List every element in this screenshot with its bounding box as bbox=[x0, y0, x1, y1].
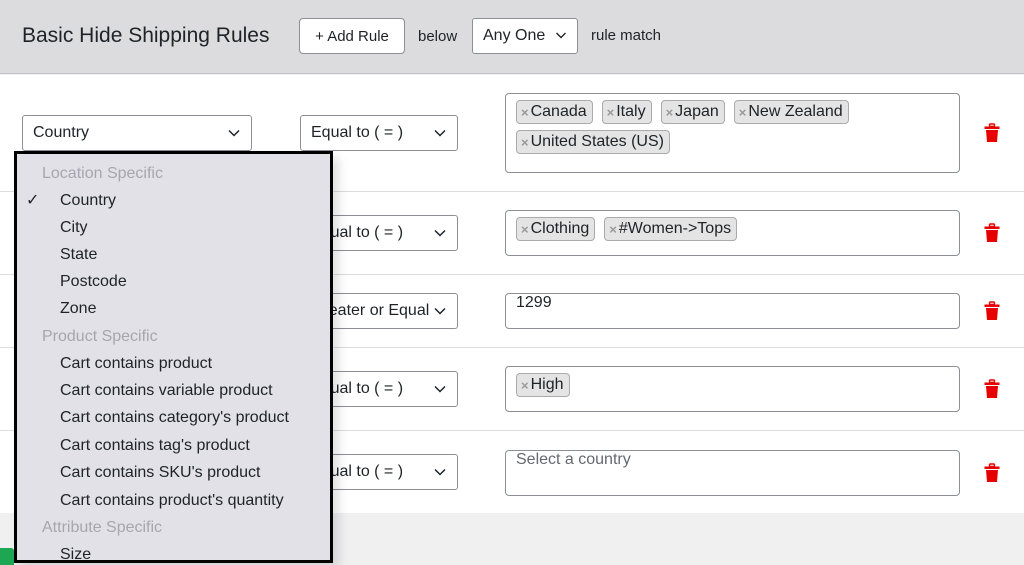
header-bar: Basic Hide Shipping Rules + Add Rule bel… bbox=[0, 0, 1024, 74]
chevron-down-icon bbox=[434, 385, 446, 393]
condition-select-value: Country bbox=[33, 124, 90, 141]
tag-label: New Zealand bbox=[748, 103, 843, 120]
dropdown-group-attribute: Attribute Specific bbox=[42, 518, 163, 536]
dropdown-option-city[interactable]: City bbox=[17, 214, 330, 241]
dropdown-option-cart-variable-product[interactable]: Cart contains variable product bbox=[17, 377, 330, 404]
dropdown-option-country[interactable]: ✓ Country bbox=[17, 187, 330, 214]
remove-tag-icon[interactable]: × bbox=[521, 222, 529, 237]
remove-tag-icon[interactable]: × bbox=[609, 222, 617, 237]
country-select-placeholder: Select a country bbox=[516, 451, 631, 468]
dropdown-option-postcode[interactable]: Postcode bbox=[17, 268, 330, 295]
country-select-input[interactable]: Select a country bbox=[505, 450, 960, 496]
rule-match-select[interactable]: Any One bbox=[472, 18, 578, 54]
tag-label: #Women->Tops bbox=[618, 220, 732, 237]
add-rule-button[interactable]: + Add Rule bbox=[299, 18, 405, 54]
quantity-input-value: 1299 bbox=[516, 294, 552, 311]
chevron-down-icon bbox=[434, 307, 446, 315]
chevron-down-icon bbox=[556, 32, 566, 39]
condition-select[interactable]: Country bbox=[22, 115, 252, 151]
trash-icon[interactable] bbox=[984, 123, 1000, 143]
tag-label: Clothing bbox=[530, 220, 590, 237]
partial-green-button[interactable] bbox=[0, 548, 14, 565]
dropdown-option-zone[interactable]: Zone bbox=[17, 295, 330, 322]
tag: × #Women->Tops bbox=[604, 217, 738, 241]
tag-label: Italy bbox=[616, 103, 646, 120]
operator-select[interactable]: Equal to ( = ) bbox=[300, 115, 458, 151]
dropdown-option-state[interactable]: State bbox=[17, 241, 330, 268]
remove-tag-icon[interactable]: × bbox=[607, 105, 615, 120]
page-title: Basic Hide Shipping Rules bbox=[22, 24, 270, 47]
quantity-input[interactable]: 1299 bbox=[505, 293, 960, 329]
dropdown-option-cart-tag-product[interactable]: Cart contains tag's product bbox=[17, 432, 330, 459]
checkmark-icon: ✓ bbox=[26, 192, 40, 209]
remove-tag-icon[interactable]: × bbox=[521, 135, 529, 150]
trash-icon[interactable] bbox=[984, 463, 1000, 483]
rule-match-label: rule match bbox=[591, 27, 662, 44]
country-tags-input[interactable]: × Canada × Italy × Japan × New Zealand × Unit… bbox=[505, 93, 960, 173]
dropdown-group-product: Product Specific bbox=[42, 327, 158, 345]
tag: × United States (US) bbox=[516, 130, 670, 154]
remove-tag-icon[interactable]: × bbox=[666, 105, 674, 120]
dropdown-group-location: Location Specific bbox=[42, 164, 163, 182]
tag-label: Japan bbox=[675, 103, 719, 120]
remove-tag-icon[interactable]: × bbox=[521, 105, 529, 120]
below-label: below bbox=[418, 28, 458, 45]
tag: × Japan bbox=[660, 100, 725, 124]
dropdown-option-cart-category-product[interactable]: Cart contains category's product bbox=[17, 404, 330, 431]
tag-label: Canada bbox=[530, 103, 587, 120]
chevron-down-icon bbox=[228, 129, 240, 137]
dropdown-option-size[interactable]: Size bbox=[17, 541, 330, 561]
category-tags-input[interactable]: × Clothing × #Women->Tops bbox=[505, 210, 960, 256]
operator-select-value: Equal to ( = ) bbox=[311, 124, 404, 141]
dropdown-option-cart-sku-product[interactable]: Cart contains SKU's product bbox=[17, 459, 330, 486]
attribute-tags-input[interactable]: × High bbox=[505, 366, 960, 412]
tag-label: United States (US) bbox=[530, 133, 664, 150]
rule-match-select-value: Any One bbox=[483, 27, 546, 44]
trash-icon[interactable] bbox=[984, 301, 1000, 321]
tag-label: High bbox=[530, 376, 564, 393]
remove-tag-icon[interactable]: × bbox=[739, 105, 747, 120]
chevron-down-icon bbox=[434, 468, 446, 476]
remove-tag-icon[interactable]: × bbox=[521, 378, 529, 393]
tag: × Canada bbox=[516, 100, 593, 124]
dropdown-option-cart-product[interactable]: Cart contains product bbox=[17, 350, 330, 377]
chevron-down-icon bbox=[434, 229, 446, 237]
chevron-down-icon bbox=[434, 129, 446, 137]
condition-dropdown-menu[interactable]: Location Specific ✓ Country City State P… bbox=[14, 151, 333, 563]
trash-icon[interactable] bbox=[984, 223, 1000, 243]
tag: × Clothing bbox=[516, 217, 596, 241]
tag: × High bbox=[516, 373, 570, 397]
dropdown-option-label: Country bbox=[60, 191, 117, 209]
tag: × Italy bbox=[601, 100, 652, 124]
dropdown-option-cart-product-quantity[interactable]: Cart contains product's quantity bbox=[17, 487, 330, 514]
tag: × New Zealand bbox=[733, 100, 849, 124]
trash-icon[interactable] bbox=[984, 379, 1000, 399]
